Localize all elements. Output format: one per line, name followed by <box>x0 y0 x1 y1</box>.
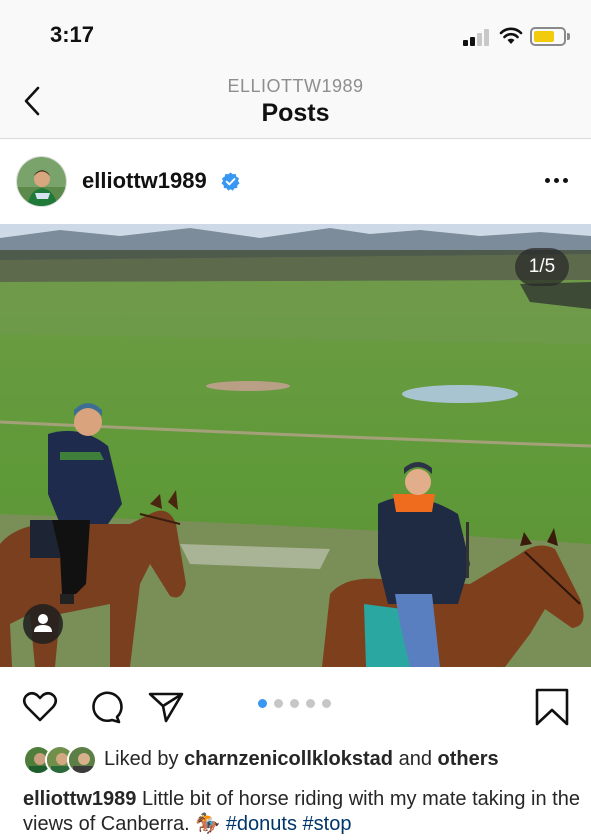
carousel-dot <box>274 699 283 708</box>
avatar <box>67 745 97 775</box>
bookmark-icon[interactable] <box>532 687 572 727</box>
carousel-dot <box>306 699 315 708</box>
likes-row[interactable]: Liked by charnzenicollklokstad and other… <box>0 743 591 779</box>
battery-tip <box>567 33 570 40</box>
status-bar: 3:17 <box>0 0 591 66</box>
hashtag-stop[interactable]: #stop <box>303 813 352 835</box>
caption-username[interactable]: elliottw1989 <box>23 788 136 810</box>
post-image[interactable] <box>0 224 591 667</box>
carousel-dot <box>290 699 299 708</box>
wifi-icon <box>499 27 523 44</box>
page-title: Posts <box>261 99 330 127</box>
nav-header: ELLIOTTW1989 Posts <box>0 66 591 139</box>
likes-prefix: Liked by <box>104 748 179 770</box>
post-header: elliottw1989 <box>0 140 591 224</box>
status-time: 3:17 <box>50 22 95 47</box>
carousel-dot <box>322 699 331 708</box>
send-icon[interactable] <box>146 687 186 727</box>
post-caption: elliottw1989 Little bit of horse riding … <box>23 787 583 837</box>
profile-avatar[interactable] <box>16 156 67 207</box>
horse-racing-emoji: 🏇 <box>195 813 221 835</box>
likes-connector: and <box>398 748 432 770</box>
liker-avatars <box>23 745 97 775</box>
carousel-dot <box>258 699 267 708</box>
likes-others[interactable]: others <box>438 748 499 770</box>
person-tag-icon[interactable] <box>23 604 63 644</box>
heart-icon[interactable] <box>20 687 60 727</box>
post-actions <box>0 667 591 743</box>
verified-badge-icon <box>221 172 240 191</box>
comment-icon[interactable] <box>84 687 124 727</box>
battery-icon <box>530 27 566 46</box>
post-username[interactable]: elliottw1989 <box>82 168 207 194</box>
nav-username: ELLIOTTW1989 <box>227 76 364 96</box>
likes-text: Liked by charnzenicollklokstad and other… <box>104 748 499 771</box>
more-dots-icon[interactable] <box>543 168 571 192</box>
hashtag-donuts[interactable]: #donuts <box>226 813 297 835</box>
image-counter: 1/5 <box>515 248 569 286</box>
liker-username[interactable]: charnzenicollklokstad <box>184 748 393 770</box>
cellular-signal-icon <box>463 28 493 46</box>
carousel-indicator <box>258 699 338 709</box>
